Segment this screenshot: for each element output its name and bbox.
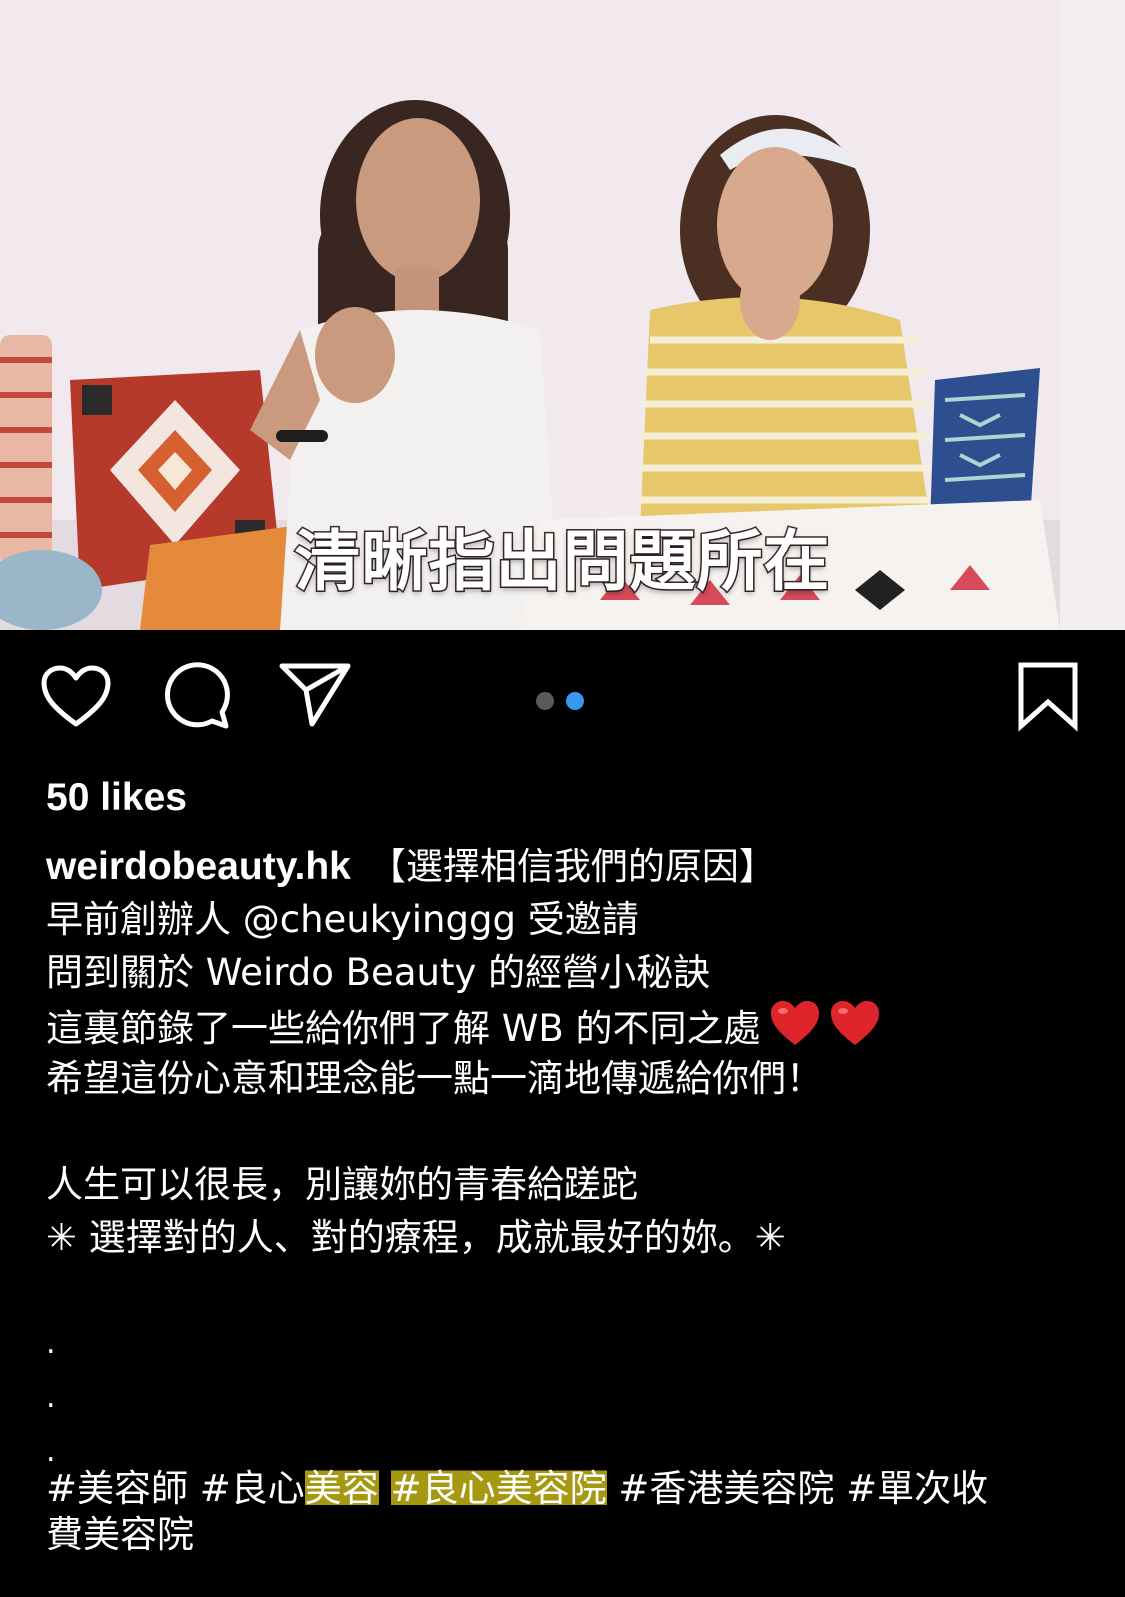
post-username[interactable]: weirdobeauty.hk bbox=[46, 845, 351, 888]
caption-line-6: 人生可以很長，別讓妳的青春給蹉跎 bbox=[46, 1163, 638, 1206]
likes-count[interactable]: 50 likes bbox=[46, 776, 187, 820]
caption-line-5: 希望這份心意和理念能一點一滴地傳遞給你們！ bbox=[46, 1057, 823, 1100]
caption-line-1: weirdobeauty.hk 【選擇相信我們的原因】 bbox=[46, 840, 1096, 893]
highlighted-text: 美容 bbox=[304, 1467, 379, 1510]
caption-text: 這裏節錄了一些給你們了解 WB 的不同之處 bbox=[46, 1007, 761, 1050]
hashtag-link[interactable]: #單次收 bbox=[846, 1467, 988, 1510]
caption-line-3: 問到關於 Weirdo Beauty 的經營小秘訣 bbox=[46, 951, 711, 994]
heart-outline-icon[interactable] bbox=[40, 664, 112, 728]
post-caption: weirdobeauty.hk 【選擇相信我們的原因】 早前創辦人 @cheuky… bbox=[46, 840, 1096, 1479]
red-heart-icon bbox=[829, 999, 881, 1061]
hashtag-link[interactable]: 費美容院 bbox=[46, 1513, 194, 1556]
hashtag-list: #美容師 #良心美容 #良心美容院 #香港美容院 #單次收 費美容院 bbox=[46, 1466, 1086, 1558]
caption-dot: . bbox=[46, 1380, 56, 1415]
carousel-dot-2[interactable] bbox=[566, 692, 584, 710]
hashtag-link[interactable]: #香港美容院 bbox=[618, 1467, 834, 1510]
caption-text: 【選擇相信我們的原因】 bbox=[368, 845, 776, 888]
video-subtitle: 清晰指出問題所在 bbox=[293, 522, 831, 602]
paper-plane-icon[interactable] bbox=[278, 660, 352, 728]
caption-line-7: ✳︎ 選擇對的人、對的療程，成就最好的妳。✳︎ bbox=[46, 1216, 786, 1259]
caption-dot: . bbox=[46, 1326, 56, 1361]
caption-line-2: 早前創辦人 @cheukyinggg 受邀請 bbox=[46, 898, 639, 941]
hashtag-text: #良心 bbox=[199, 1467, 305, 1510]
hashtag-link[interactable]: #良心美容 bbox=[200, 1467, 379, 1510]
carousel-dot-1[interactable] bbox=[536, 692, 554, 710]
comment-bubble-icon[interactable] bbox=[162, 660, 232, 730]
hashtag-link[interactable]: #美容師 bbox=[46, 1467, 188, 1510]
post-media[interactable]: 清晰指出問題所在 bbox=[0, 0, 1125, 630]
hashtag-link[interactable]: #良心美容院 bbox=[390, 1467, 607, 1510]
bookmark-outline-icon[interactable] bbox=[1016, 660, 1080, 732]
caption-line-4: 這裏節錄了一些給你們了解 WB 的不同之處 bbox=[46, 999, 1096, 1052]
action-bar bbox=[0, 630, 1125, 780]
